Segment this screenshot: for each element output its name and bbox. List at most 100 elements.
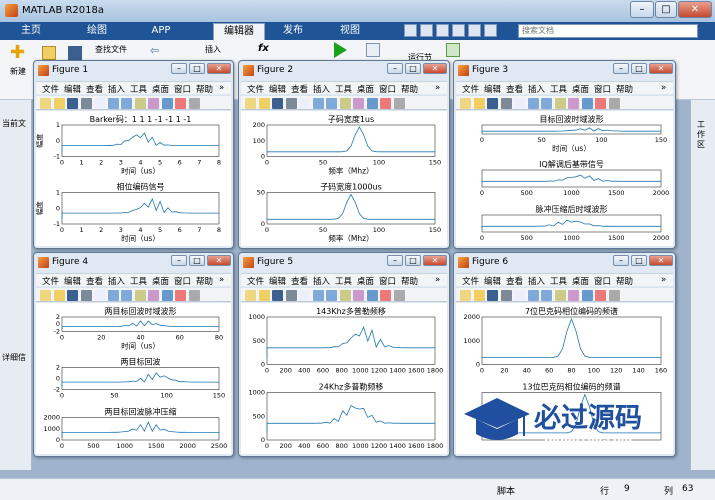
zoom-in-icon[interactable]: [527, 98, 539, 109]
zoom-in-icon[interactable]: [107, 290, 119, 301]
figure-menu-item[interactable]: 帮助: [196, 275, 213, 287]
figure-menu-item[interactable]: 工具: [130, 83, 147, 95]
figure-maximize-button[interactable]: □: [189, 255, 205, 266]
run-continue-icon[interactable]: [446, 43, 460, 57]
figure-menu-item[interactable]: 桌面: [152, 83, 169, 95]
brush-icon[interactable]: [175, 98, 186, 109]
pan-icon[interactable]: [134, 290, 146, 301]
pointer-icon[interactable]: [514, 290, 525, 301]
cut-icon[interactable]: [420, 24, 433, 37]
figure-menu-item[interactable]: 插入: [108, 275, 125, 287]
figure-menu-item[interactable]: 帮助: [401, 275, 418, 287]
print-icon[interactable]: [285, 290, 297, 301]
tab-plots[interactable]: 绘图: [72, 23, 122, 40]
figure-menu-item[interactable]: 插入: [528, 275, 545, 287]
new-figure-icon[interactable]: [40, 98, 51, 109]
new-figure-icon[interactable]: [245, 290, 256, 301]
data-cursor-icon[interactable]: [366, 290, 378, 301]
figure-menu-item[interactable]: 查看: [506, 275, 523, 287]
rotate-icon[interactable]: [148, 290, 159, 301]
figure-minimize-button[interactable]: –: [387, 63, 403, 74]
figure-menu-item[interactable]: 桌面: [357, 83, 374, 95]
figure-menu-item[interactable]: 工具: [550, 275, 567, 287]
figure-maximize-button[interactable]: □: [631, 255, 647, 266]
figure-menu-item[interactable]: 帮助: [196, 83, 213, 95]
insert-colorbar-icon[interactable]: [608, 290, 620, 301]
data-cursor-icon[interactable]: [581, 98, 593, 109]
pan-icon[interactable]: [339, 98, 351, 109]
save-icon[interactable]: [487, 290, 498, 301]
open-folder-icon[interactable]: [42, 46, 56, 60]
figure-maximize-button[interactable]: □: [405, 63, 421, 74]
figure-menu-item[interactable]: 帮助: [616, 275, 633, 287]
brush-icon[interactable]: [595, 290, 606, 301]
zoom-out-icon[interactable]: [326, 98, 337, 109]
zoom-out-icon[interactable]: [541, 98, 552, 109]
run-advance-icon[interactable]: [366, 43, 380, 57]
maximize-button[interactable]: □: [655, 1, 677, 18]
figure-maximize-button[interactable]: □: [189, 63, 205, 74]
print-icon[interactable]: [500, 98, 512, 109]
search-docs-input[interactable]: 搜索文档: [518, 24, 698, 38]
figure-menu-item[interactable]: 插入: [313, 83, 330, 95]
figure-menu-item[interactable]: 工具: [335, 83, 352, 95]
figure-close-button[interactable]: ✕: [207, 63, 231, 74]
insert-colorbar-icon[interactable]: [393, 290, 405, 301]
figure-menu-item[interactable]: 窗口: [379, 275, 396, 287]
insert-colorbar-icon[interactable]: [393, 98, 405, 109]
pointer-icon[interactable]: [94, 98, 105, 109]
figure-close-button[interactable]: ✕: [423, 63, 447, 74]
figure-minimize-button[interactable]: –: [613, 255, 629, 266]
save-icon[interactable]: [67, 98, 78, 109]
pan-icon[interactable]: [554, 98, 566, 109]
figure-menu-item[interactable]: 桌面: [572, 275, 589, 287]
figure-menu-item[interactable]: 编辑: [269, 83, 286, 95]
figure-menu-item[interactable]: 窗口: [379, 83, 396, 95]
figure-menu-item[interactable]: 帮助: [401, 83, 418, 95]
print-icon[interactable]: [80, 290, 92, 301]
menu-overflow-icon[interactable]: »: [219, 83, 224, 93]
new-button[interactable]: 新建: [10, 66, 26, 77]
zoom-in-icon[interactable]: [107, 98, 119, 109]
figure-menu-item[interactable]: 工具: [550, 83, 567, 95]
rotate-icon[interactable]: [148, 98, 159, 109]
menu-overflow-icon[interactable]: »: [661, 275, 666, 285]
figure-window-2[interactable]: Figure 2 – □ ✕ 文件 编辑 查看 插入 工具 桌面 窗口 帮助 » 子码宽度1us 0 5…: [238, 60, 450, 249]
figure-window-5[interactable]: Figure 5 – □ ✕ 文件 编辑 查看 插入 工具 桌面 窗口 帮助 » 143Khz多普勒…: [238, 252, 450, 457]
tab-home[interactable]: 主页: [6, 23, 56, 40]
figure-menu-item[interactable]: 编辑: [484, 275, 501, 287]
figure-menu-item[interactable]: 查看: [291, 83, 308, 95]
figure-maximize-button[interactable]: □: [631, 63, 647, 74]
open-icon[interactable]: [473, 290, 485, 301]
print-icon[interactable]: [285, 98, 297, 109]
run-icon[interactable]: [334, 42, 347, 58]
pointer-icon[interactable]: [514, 98, 525, 109]
figure-menu-item[interactable]: 工具: [130, 275, 147, 287]
save-file-icon[interactable]: [68, 46, 82, 60]
figure-menu-item[interactable]: 编辑: [64, 83, 81, 95]
open-icon[interactable]: [53, 290, 65, 301]
figure-menu-item[interactable]: 编辑: [64, 275, 81, 287]
zoom-in-icon[interactable]: [312, 290, 324, 301]
figure-close-button[interactable]: ✕: [207, 255, 231, 266]
zoom-out-icon[interactable]: [121, 290, 132, 301]
menu-overflow-icon[interactable]: »: [435, 83, 440, 93]
open-icon[interactable]: [53, 98, 65, 109]
brush-icon[interactable]: [380, 290, 391, 301]
brush-icon[interactable]: [175, 290, 186, 301]
figure-close-button[interactable]: ✕: [423, 255, 447, 266]
insert-colorbar-icon[interactable]: [188, 98, 200, 109]
data-cursor-icon[interactable]: [161, 98, 173, 109]
menu-overflow-icon[interactable]: »: [435, 275, 440, 285]
save-icon[interactable]: [272, 290, 283, 301]
zoom-in-icon[interactable]: [312, 98, 324, 109]
fx-button[interactable]: fx: [258, 43, 269, 54]
paste-icon[interactable]: [452, 24, 465, 37]
figure-close-button[interactable]: ✕: [649, 255, 673, 266]
data-cursor-icon[interactable]: [366, 98, 378, 109]
save-icon[interactable]: [404, 24, 417, 37]
print-icon[interactable]: [80, 98, 92, 109]
brush-icon[interactable]: [380, 98, 391, 109]
pan-icon[interactable]: [134, 98, 146, 109]
pan-icon[interactable]: [339, 290, 351, 301]
